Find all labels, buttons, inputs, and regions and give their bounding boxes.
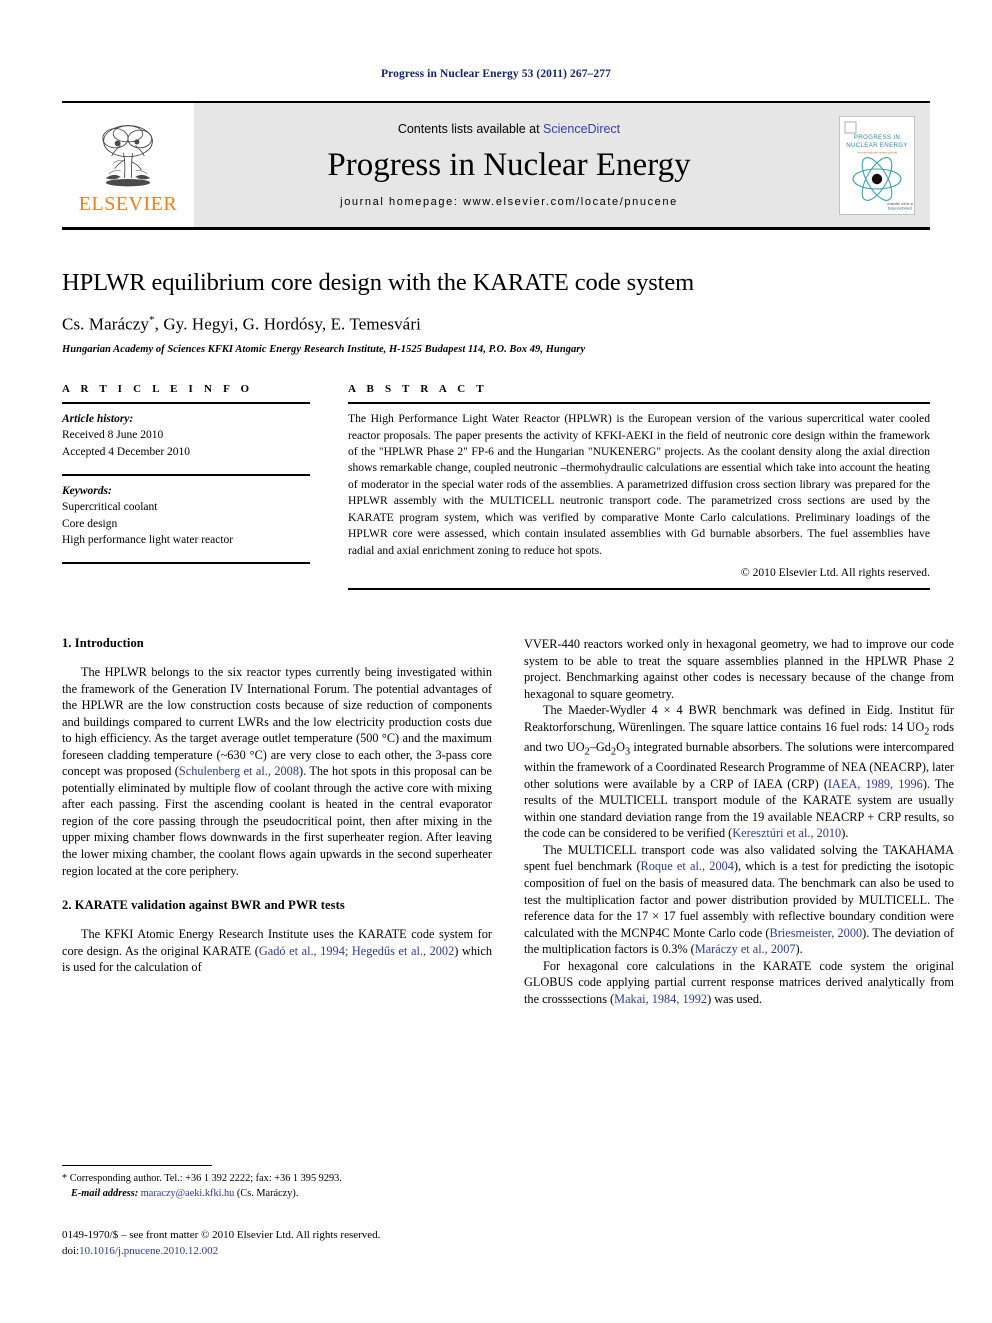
text-run: ). [795, 942, 803, 957]
citation-link[interactable]: IAEA, 1989, 1996 [828, 777, 923, 791]
text-run: (Cs. Maráczy). [234, 1187, 299, 1199]
text-run: ) was used. [707, 991, 763, 1006]
article-history-label: Article history: [62, 413, 134, 426]
paragraph: For hexagonal core calculations in the K… [524, 958, 954, 1008]
divider [62, 474, 310, 477]
page-title: HPLWR equilibrium core design with the K… [62, 269, 695, 296]
title-block: HPLWR equilibrium core design with the K… [62, 268, 930, 355]
keyword-item: Supercritical coolant [62, 501, 158, 514]
doi-label: doi: [62, 1244, 80, 1257]
citation-link[interactable]: Keresztúri et al., 2010 [732, 826, 841, 840]
divider [62, 562, 310, 565]
svg-text:NUCLEAR ENERGY: NUCLEAR ENERGY [846, 142, 908, 149]
article-info-column: A R T I C L E I N F O Article history: R… [62, 383, 310, 590]
paragraph: The KFKI Atomic Energy Research Institut… [62, 926, 492, 976]
journal-homepage-link[interactable]: journal homepage: www.elsevier.com/locat… [340, 196, 678, 208]
paragraph: The MULTICELL transport code was also va… [524, 842, 954, 958]
paragraph: The HPLWR belongs to the six reactor typ… [62, 664, 492, 879]
divider [348, 588, 930, 591]
page-footer: 0149-1970/$ – see front matter © 2010 El… [62, 1228, 532, 1259]
abstract-copyright: © 2010 Elsevier Ltd. All rights reserved… [740, 566, 930, 580]
abstract-column: A B S T R A C T The High Performance Lig… [348, 383, 930, 591]
citation-link[interactable]: Schulenberg et al., 2008 [179, 764, 299, 778]
email-note: E-mail address: maraczy@aeki.kfki.hu (Cs… [62, 1187, 492, 1202]
article-page: Progress in Nuclear Energy 53 (2011) 267… [0, 0, 992, 1323]
text-run: ). [841, 826, 849, 841]
paragraph: The Maeder-Wydler 4 × 4 BWR benchmark wa… [524, 702, 954, 842]
footnote-divider [62, 1165, 212, 1166]
article-info-heading: A R T I C L E I N F O [62, 383, 254, 396]
contents-available-line: Contents lists available at ScienceDirec… [398, 122, 620, 136]
info-abstract-section: A R T I C L E I N F O Article history: R… [62, 383, 930, 591]
running-head: Progress in Nuclear Energy 53 (2011) 267… [381, 68, 611, 80]
citation-link[interactable]: Briesmeister, 2000 [770, 926, 863, 940]
paragraph: VVER-440 reactors worked only in hexagon… [524, 637, 954, 701]
masthead-center: Contents lists available at ScienceDirec… [194, 103, 824, 227]
text-run: ). The hot spots in this proposal can be… [62, 764, 492, 878]
doi-line: doi:10.1016/j.pnucene.2010.12.002 [62, 1244, 532, 1260]
email-link[interactable]: maraczy@aeki.kfki.hu [141, 1188, 235, 1199]
footnote-block: * Corresponding author. Tel.: +36 1 392 … [62, 1165, 492, 1201]
journal-masthead: ELSEVIER Contents lists available at Sci… [62, 101, 930, 230]
body-column-left: 1. Introduction The HPLWR belongs to the… [62, 636, 492, 1007]
contents-prefix: Contents lists available at [397, 121, 544, 136]
text-run: Corresponding author. Tel.: +36 1 392 22… [67, 1173, 342, 1184]
corresponding-author-note: * Corresponding author. Tel.: +36 1 392 … [62, 1172, 492, 1187]
text-run: The HPLWR belongs to the six reactor typ… [62, 665, 492, 779]
divider [62, 402, 310, 405]
section-heading-introduction: 1. Introduction [62, 636, 144, 651]
svg-text:An international review journa: An international review journal [857, 150, 898, 154]
abstract-text: The High Performance Light Water Reactor… [348, 412, 930, 557]
journal-title: Progress in Nuclear Energy [327, 146, 691, 183]
citation-link[interactable]: Roque et al., 2004 [641, 859, 734, 873]
issn-copyright-line: 0149-1970/$ – see front matter © 2010 El… [62, 1229, 381, 1241]
elsevier-tree-icon [102, 124, 153, 186]
keyword-item: High performance light water reactor [62, 534, 234, 547]
affiliation: Hungarian Academy of Sciences KFKI Atomi… [62, 344, 586, 356]
author-list: Cs. Maráczy*, Gy. Hegyi, G. Hordósy, E. … [62, 314, 930, 335]
cover-artwork: PROGRESS IN NUCLEAR ENERGY An internatio… [840, 116, 914, 214]
citation-link[interactable]: Makai, 1984, 1992 [614, 992, 707, 1006]
keyword-item: Core design [62, 517, 118, 530]
citation-link[interactable]: Maráczy et al., 2007 [695, 942, 796, 956]
elsevier-logo: ELSEVIER [62, 103, 194, 227]
body-columns: 1. Introduction The HPLWR belongs to the… [62, 636, 954, 1007]
section-heading-karate-validation: 2. KARATE validation against BWR and PWR… [62, 898, 345, 913]
text-run: –Gd [589, 740, 611, 755]
sciencedirect-link[interactable]: ScienceDirect [543, 122, 620, 136]
text-run: The Maeder-Wydler 4 × 4 BWR benchmark wa… [524, 703, 954, 734]
keywords-label: Keywords: [62, 485, 112, 498]
svg-text:ScienceDirect: ScienceDirect [888, 205, 914, 210]
divider [348, 402, 930, 405]
citation-link[interactable]: Gadó et al., 1994; Hegedűs et al., 2002 [259, 944, 454, 958]
text-run: O [616, 740, 625, 755]
author-first: Cs. Maráczy [62, 315, 150, 335]
doi-link[interactable]: 10.1016/j.pnucene.2010.12.002 [79, 1245, 218, 1257]
keywords-group: Keywords: Supercritical coolant Core des… [62, 483, 310, 548]
elsevier-wordmark: ELSEVIER [78, 192, 178, 215]
cover-image: PROGRESS IN NUCLEAR ENERGY An internatio… [839, 115, 915, 215]
journal-cover-thumbnail: PROGRESS IN NUCLEAR ENERGY An internatio… [824, 103, 930, 227]
body-column-right: VVER-440 reactors worked only in hexagon… [524, 636, 954, 1007]
article-history-group: Article history: Received 8 June 2010 Ac… [62, 411, 310, 460]
history-received: Received 8 June 2010 [62, 429, 164, 442]
author-rest: , Gy. Hegyi, G. Hordósy, E. Temesvári [154, 315, 421, 335]
email-label: E-mail address: [71, 1187, 139, 1199]
history-accepted: Accepted 4 December 2010 [62, 445, 191, 458]
abstract-heading: A B S T R A C T [348, 383, 488, 396]
svg-text:PROGRESS IN: PROGRESS IN [854, 134, 900, 141]
